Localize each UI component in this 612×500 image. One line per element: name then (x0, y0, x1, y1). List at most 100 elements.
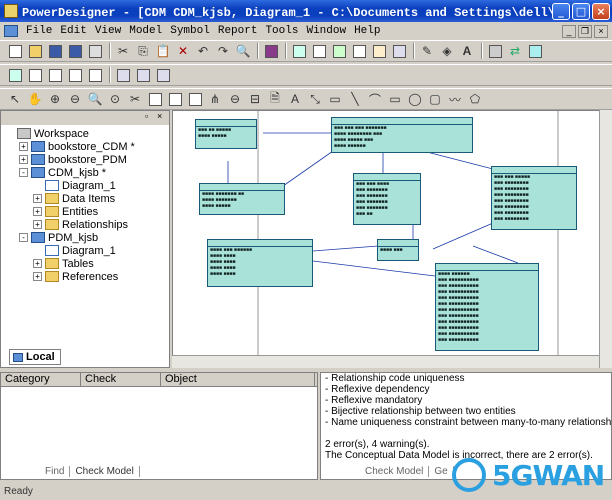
expand-toggle-icon[interactable]: + (33, 272, 42, 281)
cut-icon[interactable]: ✂ (114, 42, 132, 60)
font-icon[interactable]: A (458, 42, 476, 60)
column-category[interactable]: Category (1, 373, 81, 386)
mdi-minimize-button[interactable]: _ (562, 24, 576, 38)
entity-box[interactable]: ■■■■ ■■■■■■■ ■■ ■■■■ ■■■■■■■ ■■■■ ■■■■■ (199, 183, 285, 215)
open-icon[interactable] (26, 42, 44, 60)
menu-file[interactable]: File (22, 25, 56, 37)
entity-box[interactable]: ■■■■ ■■■ ■■■■■■ ■■■■ ■■■■ ■■■■ ■■■■ ■■■■ ■■… (207, 239, 313, 287)
entity-box[interactable]: ■■■ ■■■ ■■■ ■■■■■■■ ■■■■ ■■■■■■■■ ■■■ ■■■■… (331, 117, 473, 153)
redo-icon[interactable]: ↷ (214, 42, 232, 60)
zoom-out-icon[interactable]: ⊖ (66, 90, 84, 108)
pen-icon[interactable]: ✎ (418, 42, 436, 60)
relationship-icon[interactable]: ⊟ (246, 90, 264, 108)
maximize-button[interactable]: □ (572, 2, 590, 20)
output-toggle-icon[interactable] (26, 66, 44, 84)
tree-item[interactable]: - CDM_kjsb * (5, 166, 169, 179)
package-icon[interactable] (186, 90, 204, 108)
menu-report[interactable]: Report (214, 25, 262, 37)
pin-icon[interactable]: ▫ (145, 111, 155, 121)
column-check[interactable]: Check (81, 373, 161, 386)
undo-icon[interactable]: ↶ (194, 42, 212, 60)
tab-find[interactable]: Find (40, 465, 71, 477)
menu-view[interactable]: View (91, 25, 125, 37)
tree-item[interactable]: Diagram_1 (5, 244, 169, 257)
diagram-canvas[interactable]: ■■■ ■■ ■■■■■ ■■■■ ■■■■■ ■■■ ■■■ ■■■ ■■■■■… (172, 110, 612, 368)
pointer-icon[interactable]: ↖ (6, 90, 24, 108)
window2-icon[interactable] (134, 66, 152, 84)
expand-toggle-icon[interactable]: + (33, 207, 42, 216)
entity-box[interactable]: ■■■ ■■■ ■■■■ ■■■ ■■■■■■■ ■■■ ■■■■■■■ ■■■ ■■… (353, 173, 421, 225)
image-icon[interactable] (390, 42, 408, 60)
open-package-icon[interactable]: ⊙ (106, 90, 124, 108)
expand-toggle-icon[interactable]: + (33, 194, 42, 203)
tab-check-model-result[interactable]: Check Model (70, 465, 140, 477)
save-all-icon[interactable] (66, 42, 84, 60)
mdi-restore-button[interactable]: ❐ (578, 24, 592, 38)
tree-item[interactable]: + Relationships (5, 218, 169, 231)
menu-tools[interactable]: Tools (261, 25, 302, 37)
list-toggle-icon[interactable] (66, 66, 84, 84)
tab-check-model-output[interactable]: Check Model (360, 465, 430, 477)
inheritance-icon[interactable]: ⋔ (206, 90, 224, 108)
tab-general[interactable]: Ge (429, 465, 454, 477)
tree-item[interactable]: Workspace (5, 127, 169, 140)
tree-item[interactable]: + bookstore_CDM * (5, 140, 169, 153)
generate-icon[interactable] (290, 42, 308, 60)
check-model-icon[interactable] (330, 42, 348, 60)
minimize-button[interactable]: _ (552, 2, 570, 20)
link-icon[interactable]: ⤡ (306, 90, 324, 108)
expand-toggle-icon[interactable]: - (19, 233, 28, 242)
refresh-icon[interactable] (350, 42, 368, 60)
file-icon[interactable]: 🗎 (266, 90, 284, 108)
horizontal-scrollbar[interactable] (172, 355, 600, 368)
delete-icon[interactable]: ✕ (174, 42, 192, 60)
close-button[interactable]: × (592, 2, 610, 20)
tree-item[interactable]: + bookstore_PDM (5, 153, 169, 166)
tree-item[interactable]: + Tables (5, 257, 169, 270)
book-icon[interactable] (262, 42, 280, 60)
menu-edit[interactable]: Edit (56, 25, 90, 37)
copy-icon[interactable]: ⎘ (134, 42, 152, 60)
zoom-in-icon[interactable]: ⊕ (46, 90, 64, 108)
document-icon[interactable] (4, 25, 18, 37)
export-icon[interactable] (526, 42, 544, 60)
lasso-icon[interactable]: ✂ (126, 90, 144, 108)
properties-icon[interactable] (310, 42, 328, 60)
entity-icon[interactable] (166, 90, 184, 108)
title-icon[interactable]: ▭ (326, 90, 344, 108)
rounded-rectangle-icon[interactable]: ▢ (426, 90, 444, 108)
ellipse-icon[interactable]: ◯ (406, 90, 424, 108)
tree-item[interactable]: + References (5, 270, 169, 283)
text-icon[interactable]: A (286, 90, 304, 108)
report-icon[interactable] (370, 42, 388, 60)
vertical-scrollbar[interactable] (599, 110, 612, 368)
zoom-icon[interactable]: 🔍 (86, 90, 104, 108)
properties-palette-icon[interactable] (146, 90, 164, 108)
navigate-icon[interactable]: ⇄ (506, 42, 524, 60)
result-toggle-icon[interactable] (46, 66, 64, 84)
tree-item[interactable]: Diagram_1 (5, 179, 169, 192)
print-icon[interactable] (86, 42, 104, 60)
tree-item[interactable]: + Entities (5, 205, 169, 218)
browser-toggle-icon[interactable] (6, 66, 24, 84)
entity-box[interactable]: ■■■ ■■ ■■■■■ ■■■■ ■■■■■ (195, 119, 257, 149)
browser-close-icon[interactable]: × (157, 111, 167, 121)
grabber-icon[interactable]: ✋ (26, 90, 44, 108)
rectangle-icon[interactable]: ▭ (386, 90, 404, 108)
new-icon[interactable] (6, 42, 24, 60)
polygon-icon[interactable]: ⬠ (466, 90, 484, 108)
paste-icon[interactable]: 📋 (154, 42, 172, 60)
tree-item[interactable]: - PDM_kjsb (5, 231, 169, 244)
find-icon[interactable]: 🔍 (234, 42, 252, 60)
menu-window[interactable]: Window (302, 25, 350, 37)
menu-model[interactable]: Model (125, 25, 166, 37)
save-icon[interactable] (46, 42, 64, 60)
folder-toolbar-icon[interactable] (486, 42, 504, 60)
column-object[interactable]: Object (161, 373, 315, 386)
layout-toggle-icon[interactable] (86, 66, 104, 84)
menu-symbol[interactable]: Symbol (166, 25, 214, 37)
window-icon[interactable] (114, 66, 132, 84)
entity-box[interactable]: ■■■ ■■■ ■■■■■ ■■■ ■■■■■■■■ ■■■ ■■■■■■■■ ■■■… (491, 166, 577, 230)
entity-box[interactable]: ■■■■ ■■■■■■ ■■■ ■■■■■■■■■■ ■■■ ■■■■■■■■■■ ■… (435, 263, 539, 351)
expand-toggle-icon[interactable]: + (33, 259, 42, 268)
